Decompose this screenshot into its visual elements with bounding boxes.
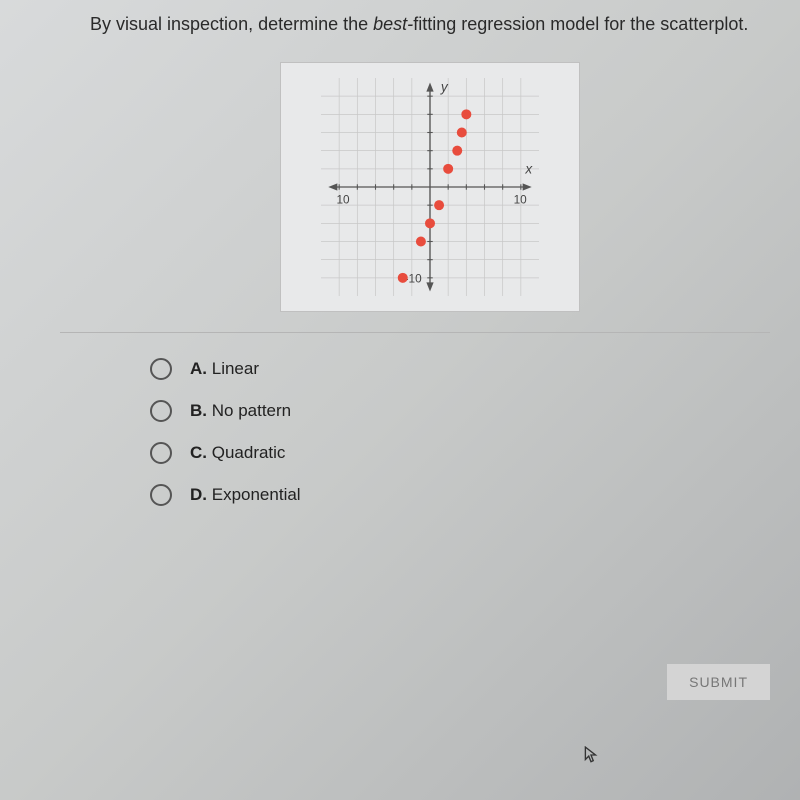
y-axis-label: y — [440, 80, 449, 95]
radio-icon — [150, 442, 172, 464]
option-a[interactable]: A. Linear — [150, 358, 770, 380]
option-c[interactable]: C. Quadratic — [150, 442, 770, 464]
option-b[interactable]: B. No pattern — [150, 400, 770, 422]
question-text: By visual inspection, determine the best… — [90, 12, 770, 37]
x-axis-label: x — [524, 162, 533, 177]
option-label: C. Quadratic — [190, 443, 285, 463]
option-label: B. No pattern — [190, 401, 291, 421]
submit-button[interactable]: SUBMIT — [667, 664, 770, 700]
option-label: A. Linear — [190, 359, 259, 379]
scatterplot-chart: y x 10 10 -10 — [280, 62, 580, 312]
option-label: D. Exponential — [190, 485, 301, 505]
radio-icon — [150, 484, 172, 506]
scatter-points — [398, 110, 472, 283]
x-tick-pos: 10 — [514, 193, 528, 207]
divider — [60, 332, 770, 333]
x-tick-neg: 10 — [336, 193, 350, 207]
radio-icon — [150, 400, 172, 422]
option-d[interactable]: D. Exponential — [150, 484, 770, 506]
answer-options: A. Linear B. No pattern C. Quadratic D. … — [90, 358, 770, 506]
radio-icon — [150, 358, 172, 380]
cursor-icon — [582, 746, 600, 770]
chart-svg: y x 10 10 -10 — [296, 78, 564, 296]
